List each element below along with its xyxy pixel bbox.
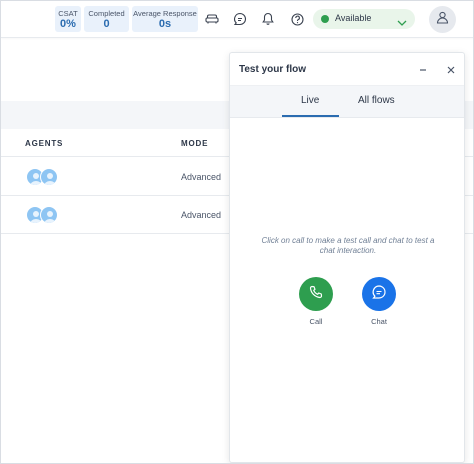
panel-tabs: Live All flows — [230, 86, 464, 118]
metric-label: Completed — [88, 9, 125, 18]
call-button[interactable] — [299, 277, 333, 311]
user-avatar-button[interactable] — [429, 6, 456, 33]
metric-value: 0% — [60, 18, 76, 30]
metric-value: 0s — [158, 18, 172, 30]
chevron-down-icon — [397, 14, 407, 32]
minimize-icon[interactable] — [416, 63, 430, 77]
active-tab-indicator — [282, 115, 339, 117]
sofa-icon[interactable] — [203, 10, 221, 28]
tab-all-flows[interactable]: All flows — [358, 95, 395, 106]
bell-icon[interactable] — [259, 10, 277, 28]
metric-label: Average Response — [133, 9, 197, 18]
availability-dropdown[interactable]: Available — [313, 9, 415, 29]
mode-cell: Advanced — [181, 172, 222, 182]
app-window: CSAT 0% Completed 0 Average Response 0s … — [0, 0, 474, 464]
top-bar: CSAT 0% Completed 0 Average Response 0s … — [1, 1, 473, 38]
availability-label: Available — [335, 13, 372, 23]
chat-bubble-icon[interactable] — [231, 10, 249, 28]
agents-column-header: AGENTS — [25, 139, 64, 148]
metric-label: CSAT — [58, 9, 78, 18]
chat-icon — [371, 284, 387, 305]
mode-column-header: MODE — [181, 139, 209, 148]
metric-completed: Completed 0 — [84, 6, 129, 32]
help-circle-icon[interactable] — [288, 10, 306, 28]
chat-label: Chat — [371, 317, 387, 326]
mode-cell: Advanced — [181, 210, 222, 220]
phone-icon — [308, 284, 324, 305]
chat-button[interactable] — [362, 277, 396, 311]
metric-average-response: Average Response 0s — [132, 6, 198, 32]
avatar — [40, 168, 58, 186]
test-hint-text: Click on call to make a test call and ch… — [261, 236, 435, 255]
close-icon[interactable] — [444, 63, 458, 77]
metric-value: 0 — [103, 18, 110, 30]
panel-header: Test your flow — [230, 53, 464, 86]
tab-live[interactable]: Live — [301, 95, 319, 106]
agent-avatars — [26, 168, 62, 186]
test-flow-panel: Test your flow Live All flows Click on c… — [229, 52, 465, 463]
call-label: Call — [309, 317, 323, 326]
metric-csat: CSAT 0% — [55, 6, 81, 32]
status-dot — [321, 15, 329, 23]
avatar — [40, 206, 58, 224]
user-icon — [436, 11, 449, 29]
agent-avatars — [26, 206, 62, 224]
panel-title: Test your flow — [239, 64, 307, 75]
